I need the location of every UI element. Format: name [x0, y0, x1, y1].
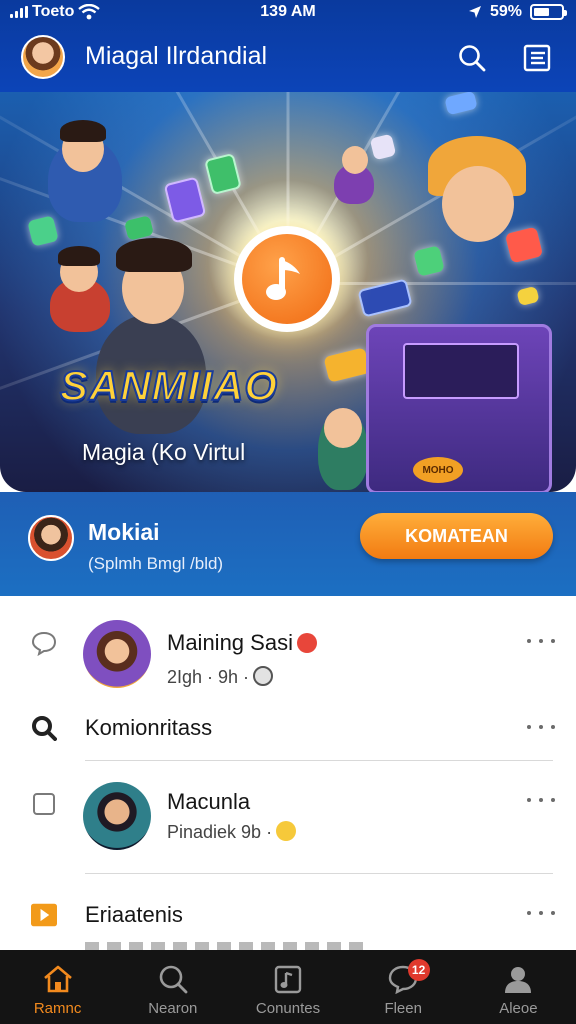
search-icon	[31, 715, 57, 741]
cta-button[interactable]: KOMATEAN	[360, 513, 553, 559]
character-face	[342, 146, 368, 174]
nav-label: Nearon	[148, 1000, 198, 1017]
more-options-button[interactable]	[527, 793, 555, 807]
more-options-button[interactable]	[527, 906, 555, 920]
sticker-decoration	[516, 285, 540, 307]
dj-console: MOHO	[366, 324, 552, 492]
list-menu-icon	[523, 44, 551, 72]
cartoon-character	[50, 246, 110, 332]
avatar[interactable]	[83, 782, 151, 850]
truncated-text-line	[85, 942, 365, 950]
location-arrow-icon	[468, 6, 481, 18]
nav-label: Fleen	[384, 1000, 422, 1017]
nav-library[interactable]: Conuntes	[230, 950, 345, 1024]
nav-chat[interactable]: 12 Fleen	[346, 950, 461, 1024]
sticker-decoration	[27, 215, 59, 247]
sticker-decoration	[123, 215, 155, 241]
cartoon-character	[334, 146, 374, 204]
list-item-title: Macunla	[167, 789, 251, 814]
sticker-decoration	[369, 133, 397, 161]
search-icon	[159, 965, 188, 994]
menu-button[interactable]	[519, 40, 555, 76]
sticker-decoration	[204, 152, 242, 196]
profile-name: Mokiai	[88, 519, 160, 545]
nav-search[interactable]: Nearon	[115, 950, 230, 1024]
battery-level	[534, 8, 550, 16]
comment-icon[interactable]	[31, 630, 57, 656]
character-hair	[58, 246, 100, 266]
search-button[interactable]	[454, 40, 490, 76]
divider	[85, 873, 553, 874]
music-note-icon	[266, 257, 300, 300]
list-item-subtitle: Pinadiek 9b ·	[167, 821, 297, 843]
smile-emoji-icon	[276, 821, 297, 841]
music-disc-inner	[242, 234, 332, 324]
list-item-title: Maining Sasi	[167, 630, 317, 656]
feed-list: Maining Sasi 2Igh · 9h · Komionritass Ma…	[0, 596, 576, 950]
app-title: Miagal Ilrdandial	[85, 42, 268, 70]
list-item-subtitle: 2Igh · 9h ·	[167, 666, 274, 688]
more-options-button[interactable]	[527, 720, 555, 734]
divider	[85, 760, 553, 761]
status-right: 59%	[468, 3, 567, 21]
character-face	[442, 166, 514, 242]
battery-percent: 59%	[489, 3, 522, 20]
hero-title: SANMIIAO	[59, 361, 278, 410]
profile-icon	[505, 967, 532, 993]
bottom-nav: Ramnc Nearon Conuntes 12 Fleen Aleoe	[0, 950, 576, 1024]
console-label: MOHO	[413, 457, 463, 483]
profile-band: Mokiai (Splmh Bmgl /bld) KOMATEAN	[0, 492, 576, 596]
search-icon	[459, 45, 486, 72]
nav-label: Conuntes	[255, 1000, 321, 1017]
hero-banner[interactable]: MOHO SANMIIAO Magia (Ko Virtul	[0, 92, 576, 492]
profile-avatar[interactable]	[28, 515, 74, 561]
app-header: Miagal Ilrdandial	[0, 30, 576, 88]
nav-profile[interactable]: Aleoe	[461, 950, 576, 1024]
hero-subtitle: Magia (Ko Virtul	[82, 439, 246, 465]
play-icon	[31, 902, 57, 928]
character-face	[324, 408, 362, 448]
sticker-decoration	[323, 347, 371, 383]
cartoon-character	[48, 120, 122, 222]
cartoon-character	[318, 408, 368, 490]
section-title: Komionritass	[85, 715, 213, 740]
reaction-icon	[253, 666, 274, 686]
heart-emoji-icon	[296, 633, 317, 653]
battery-icon	[530, 4, 567, 20]
character-hair	[60, 120, 106, 142]
profile-subtitle: (Splmh Bmgl /bld)	[88, 554, 224, 573]
music-play-button[interactable]	[234, 226, 340, 332]
checkbox-icon[interactable]	[31, 791, 57, 817]
more-options-button[interactable]	[527, 634, 555, 648]
cartoon-character-girl	[428, 136, 532, 266]
nav-home[interactable]: Ramnc	[0, 950, 115, 1024]
character-hair	[116, 238, 192, 272]
notification-badge: 12	[407, 959, 430, 981]
status-bar: Toeto 139 AM 59%	[0, 0, 576, 26]
home-icon	[43, 965, 72, 993]
nav-label: Aleoe	[499, 1000, 538, 1017]
music-library-icon	[274, 965, 302, 994]
avatar[interactable]	[21, 35, 65, 79]
nav-label: Ramnc	[33, 1000, 82, 1017]
console-screen	[403, 343, 519, 399]
avatar[interactable]	[83, 620, 151, 688]
top-bar: Toeto 139 AM 59% Miagal Ilrdandial	[0, 0, 576, 92]
sticker-decoration	[444, 92, 478, 116]
section-title: Eriaatenis	[85, 902, 183, 927]
